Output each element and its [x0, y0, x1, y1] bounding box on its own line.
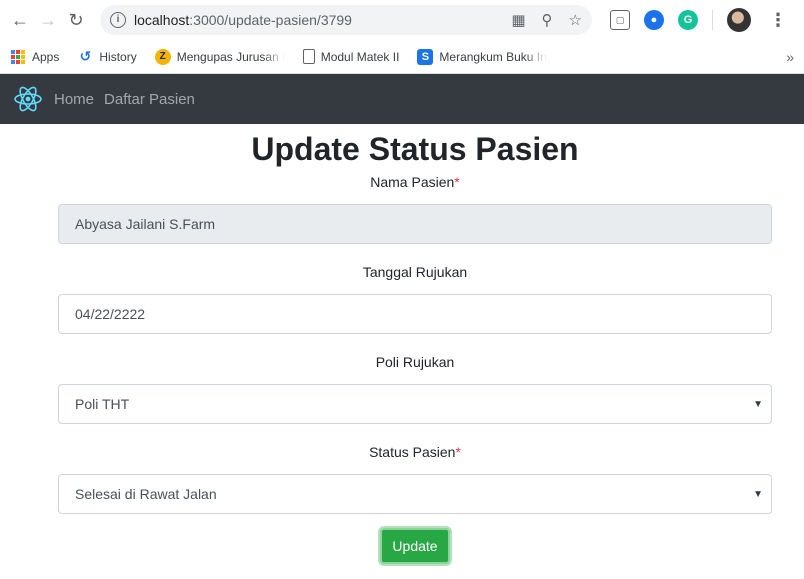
bookmark-history[interactable]: ↺ History — [77, 48, 137, 65]
star-icon[interactable]: ☆ — [569, 11, 582, 29]
tanggal-group: Tanggal Rujukan 04/22/2222 — [58, 262, 772, 334]
document-icon — [302, 49, 315, 64]
browser-toolbar: ← → ↻ i localhost:3000/update-pasien/379… — [0, 0, 804, 40]
form-container: Update Status Pasien Nama Pasien* Abyasa… — [0, 130, 804, 564]
poli-group: Poli Rujukan Poli THT ▼ — [58, 352, 772, 424]
back-arrow-icon[interactable]: ← — [8, 8, 32, 32]
apps-grid-icon — [10, 49, 26, 65]
nav-daftar-pasien-link[interactable]: Daftar Pasien — [104, 91, 195, 108]
submit-group: Update — [58, 528, 772, 564]
bookmark-apps[interactable]: Apps — [10, 49, 59, 65]
zenius-icon: Z — [154, 48, 171, 65]
status-pasien-select[interactable]: Selesai di Rawat Jalan ▼ — [58, 474, 772, 514]
s-brand-icon: S — [417, 48, 434, 65]
page-title: Update Status Pasien — [251, 131, 579, 167]
nama-label: Nama Pasien* — [370, 174, 460, 190]
bookmark-mengupas[interactable]: Z Mengupas Jurusan Ilı — [154, 48, 285, 65]
grammarly-icon[interactable]: G — [678, 10, 698, 30]
bookmark-label: History — [99, 49, 137, 64]
translate-icon[interactable]: ▦ — [511, 11, 525, 29]
url-host: localhost — [134, 12, 190, 28]
update-button[interactable]: Update — [380, 528, 450, 564]
url-path: :3000/update-pasien/3799 — [189, 12, 352, 28]
status-label: Status Pasien* — [369, 444, 461, 460]
tanggal-value: 04/22/2222 — [75, 306, 146, 322]
screenshot-extension-icon[interactable]: ▢ — [610, 10, 630, 30]
bookmark-merangkum[interactable]: S Merangkum Buku Int — [417, 48, 548, 65]
nama-pasien-field: Abyasa Jailani S.Farm — [58, 204, 772, 244]
bookmark-modul-matek[interactable]: Modul Matek II — [302, 49, 400, 64]
chevron-down-icon: ▼ — [753, 488, 763, 500]
info-icon[interactable]: i — [110, 12, 126, 28]
poli-value: Poli THT — [75, 396, 130, 412]
required-mark: * — [455, 444, 461, 460]
meet-extension-icon[interactable]: ● — [644, 10, 664, 30]
required-mark: * — [454, 174, 460, 190]
nama-value: Abyasa Jailani S.Farm — [75, 216, 216, 232]
address-bar[interactable]: i localhost:3000/update-pasien/3799 ▦ ⚲ … — [100, 5, 592, 35]
reload-icon[interactable]: ↻ — [64, 8, 88, 32]
tanggal-rujukan-input[interactable]: 04/22/2222 — [58, 294, 772, 334]
bookmarks-overflow-button[interactable]: » — [786, 49, 794, 65]
tanggal-label: Tanggal Rujukan — [362, 264, 468, 280]
status-value: Selesai di Rawat Jalan — [75, 486, 217, 502]
profile-avatar[interactable] — [727, 8, 751, 32]
react-logo-icon[interactable] — [12, 83, 44, 115]
app-navbar: Home Daftar Pasien — [0, 74, 804, 124]
chevron-down-icon: ▼ — [753, 398, 763, 410]
forward-arrow-icon[interactable]: → — [36, 8, 60, 32]
bookmark-label: Merangkum Buku Int — [439, 49, 548, 64]
nama-group: Nama Pasien* Abyasa Jailani S.Farm — [58, 172, 772, 244]
bookmarks-bar: Apps ↺ History Z Mengupas Jurusan Ilı Mo… — [0, 40, 804, 74]
menu-icon[interactable]: ⋮ — [769, 10, 787, 31]
status-group: Status Pasien* Selesai di Rawat Jalan ▼ — [58, 442, 772, 514]
toolbar-divider — [712, 10, 713, 30]
bookmark-label: Modul Matek II — [320, 49, 400, 64]
history-icon: ↺ — [79, 48, 92, 64]
zoom-icon[interactable]: ⚲ — [542, 11, 553, 29]
poli-rujukan-select[interactable]: Poli THT ▼ — [58, 384, 772, 424]
bookmark-label: Mengupas Jurusan Ilı — [176, 49, 285, 64]
bookmark-label: Apps — [32, 49, 60, 64]
nav-home-link[interactable]: Home — [54, 91, 94, 108]
poli-label: Poli Rujukan — [375, 354, 455, 370]
